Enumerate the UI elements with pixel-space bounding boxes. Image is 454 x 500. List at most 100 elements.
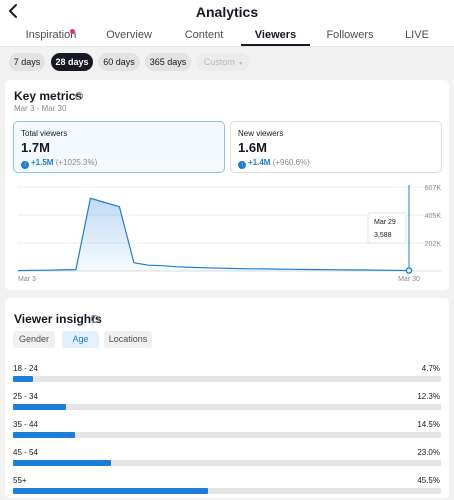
- data-point: [307, 269, 308, 270]
- data-point: [293, 269, 294, 270]
- area-fill: [18, 198, 409, 271]
- progress-fill: [13, 488, 208, 494]
- progress-fill: [13, 404, 66, 410]
- age-range-percent: 14.5%: [417, 420, 440, 429]
- tab-overview[interactable]: Overview: [100, 29, 158, 47]
- data-point: [61, 269, 62, 270]
- x-tick-label: Mar 3: [18, 276, 36, 283]
- caret-down-icon: ▾: [239, 61, 243, 67]
- metric-percent: (+1025.3%): [55, 158, 98, 167]
- data-point: [322, 269, 323, 270]
- y-tick-label: 607K: [425, 185, 442, 192]
- tab-label: Overview: [106, 29, 152, 41]
- y-tick-label: 202K: [425, 241, 442, 248]
- tab-followers[interactable]: Followers: [320, 29, 380, 47]
- metric-increase: +1.4M: [248, 158, 271, 167]
- segment-locations[interactable]: Locations: [104, 331, 152, 348]
- range-custom-label: Custom: [203, 57, 235, 67]
- viewers-chart[interactable]: 607K 405K 202K Mar 29 3,588 Mar 3 Mar 30: [5, 180, 449, 290]
- cursor-marker: [405, 267, 413, 274]
- top-bar: Analytics: [0, 0, 454, 25]
- metric-delta: ↑ +1.4M (+960.6%): [238, 158, 310, 169]
- data-point: [104, 202, 105, 203]
- age-range-label: 25 - 34: [13, 392, 38, 401]
- age-range-percent: 12.3%: [417, 392, 440, 401]
- tab-label: LIVE: [405, 29, 429, 41]
- progress-track: [13, 488, 441, 494]
- date-range-label: Mar 3 - Mar 30: [14, 104, 67, 113]
- age-range-label: 18 - 24: [13, 364, 38, 373]
- progress-fill: [13, 376, 34, 382]
- segment-age[interactable]: Age: [62, 331, 99, 348]
- data-point: [177, 266, 178, 267]
- range-365-days[interactable]: 365 days: [145, 53, 191, 71]
- data-point: [394, 270, 395, 271]
- arrow-up-icon: ↑: [21, 161, 29, 169]
- page-title: Analytics: [195, 4, 259, 20]
- metric-value: 1.6M: [238, 140, 267, 155]
- tooltip-value: 3,588: [374, 232, 392, 239]
- viewer-insights-card: Viewer insights i Gender Age Locations 1…: [5, 298, 449, 498]
- tab-label: Content: [184, 29, 224, 41]
- data-point: [191, 267, 192, 268]
- data-point: [350, 269, 351, 270]
- tab-bar: Inspiration Overview Content Viewers Fol…: [0, 25, 454, 47]
- data-point: [206, 267, 207, 268]
- metric-delta: ↑ +1.5M (+1025.3%): [21, 158, 97, 169]
- data-point: [46, 270, 47, 271]
- data-point: [119, 206, 120, 207]
- data-point: [235, 268, 236, 269]
- progress-fill: [13, 460, 112, 466]
- metric-label: Total viewers: [21, 129, 68, 138]
- progress-track: [13, 376, 441, 382]
- range-60-days[interactable]: 60 days: [98, 53, 140, 71]
- metric-total-viewers[interactable]: Total viewers 1.7M ↑ +1.5M (+1025.3%): [13, 121, 225, 173]
- progress-fill: [13, 432, 76, 438]
- progress-track: [13, 432, 441, 438]
- metric-label: New viewers: [238, 129, 284, 138]
- age-range-percent: 45.5%: [417, 476, 440, 485]
- data-point: [32, 270, 33, 271]
- age-range-percent: 23.0%: [417, 448, 440, 457]
- data-point: [90, 198, 91, 199]
- info-icon[interactable]: i: [75, 92, 83, 100]
- notification-dot: [70, 29, 75, 34]
- date-range-selector: 7 days 28 days 60 days 365 days Custom ▾: [0, 47, 454, 77]
- data-point: [220, 268, 221, 269]
- data-point: [148, 265, 149, 266]
- metric-value: 1.7M: [21, 140, 50, 155]
- range-28-days[interactable]: 28 days: [51, 53, 93, 71]
- tooltip-date: Mar 29: [374, 219, 396, 226]
- data-point: [249, 268, 250, 269]
- age-range-label: 45 - 54: [13, 448, 38, 457]
- key-metrics-title: Key metrics: [14, 89, 83, 103]
- age-range-label: 35 - 44: [13, 420, 38, 429]
- data-point: [162, 265, 163, 266]
- tab-content[interactable]: Content: [176, 29, 232, 47]
- metric-new-viewers[interactable]: New viewers 1.6M ↑ +1.4M (+960.6%): [230, 121, 442, 173]
- y-tick-label: 405K: [425, 213, 442, 220]
- data-point: [264, 268, 265, 269]
- range-7-days[interactable]: 7 days: [9, 53, 45, 71]
- viewer-insights-title: Viewer insights: [14, 312, 102, 326]
- progress-track: [13, 460, 441, 466]
- tab-live[interactable]: LIVE: [396, 29, 438, 47]
- data-point: [133, 262, 134, 263]
- data-point: [365, 269, 366, 270]
- info-icon[interactable]: i: [91, 315, 99, 323]
- data-point: [336, 269, 337, 270]
- tab-label: Viewers: [254, 29, 297, 41]
- data-point: [17, 270, 18, 271]
- key-metrics-card: Key metrics i Mar 3 - Mar 30 Total viewe…: [5, 80, 449, 290]
- data-point: [75, 269, 76, 270]
- active-tab-indicator: [241, 44, 310, 46]
- tab-label: Inspiration: [25, 29, 77, 41]
- data-point: [379, 270, 380, 271]
- age-range-label: 55+: [13, 476, 27, 485]
- range-custom: Custom ▾: [196, 53, 250, 71]
- age-range-percent: 4.7%: [421, 364, 440, 373]
- progress-track: [13, 404, 441, 410]
- metric-increase: +1.5M: [31, 158, 54, 167]
- arrow-up-icon: ↑: [238, 161, 246, 169]
- segment-gender[interactable]: Gender: [13, 331, 55, 348]
